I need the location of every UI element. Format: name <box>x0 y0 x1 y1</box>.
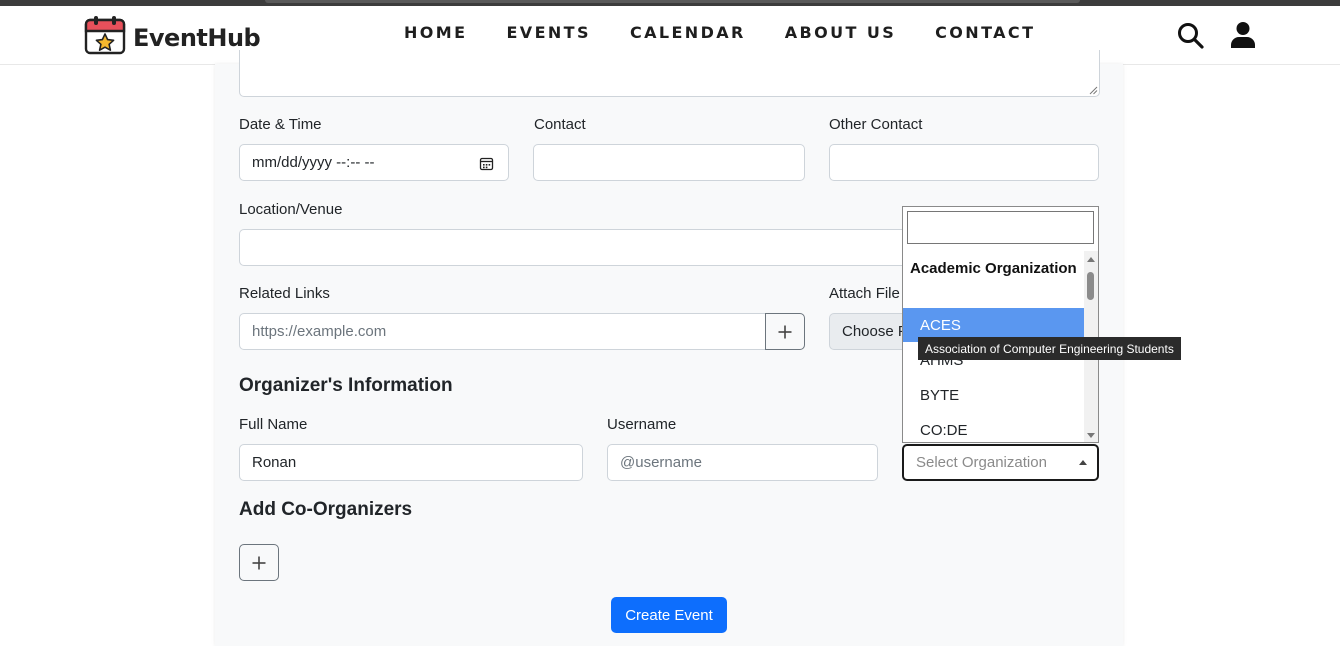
username-input[interactable]: @username <box>607 444 878 481</box>
location-input[interactable] <box>239 229 904 266</box>
create-event-button[interactable]: Create Event <box>611 597 727 633</box>
related-link-placeholder: https://example.com <box>252 323 387 340</box>
scrollbar-thumb[interactable] <box>1087 272 1094 300</box>
contact-input[interactable] <box>533 144 805 181</box>
scroll-up-icon[interactable] <box>1087 257 1095 262</box>
location-label: Location/Venue <box>239 201 343 218</box>
description-textarea[interactable] <box>239 50 1100 97</box>
option-tooltip: Association of Computer Engineering Stud… <box>918 337 1181 360</box>
calendar-star-icon <box>84 15 126 60</box>
brand-name: EventHub <box>133 23 261 52</box>
nav-links: HOME EVENTS CALENDAR ABOUT US CONTACT <box>404 23 1074 42</box>
nav-calendar[interactable]: CALENDAR <box>630 23 746 42</box>
related-link-input[interactable]: https://example.com <box>239 313 767 350</box>
brand-logo[interactable]: EventHub <box>84 15 261 60</box>
organization-placeholder: Select Organization <box>916 454 1047 471</box>
nav-home[interactable]: HOME <box>404 23 467 42</box>
other-contact-input[interactable] <box>829 144 1099 181</box>
contact-label: Contact <box>534 116 586 133</box>
organization-dropdown: Academic Organization ACES AHMS BYTE CO:… <box>902 206 1099 443</box>
username-label: Username <box>607 416 677 433</box>
other-contact-label: Other Contact <box>829 116 923 133</box>
option-group-label: Academic Organization <box>910 260 1077 277</box>
attach-file-label: Attach File <box>829 285 900 302</box>
nav-events[interactable]: EVENTS <box>506 23 590 42</box>
plus-icon <box>778 325 792 338</box>
username-placeholder: @username <box>620 454 702 471</box>
datetime-placeholder: mm/dd/yyyy --:-- -- <box>252 154 375 171</box>
nav-about-us[interactable]: ABOUT US <box>785 23 896 42</box>
scroll-down-icon[interactable] <box>1087 433 1095 438</box>
organization-search-input[interactable] <box>907 211 1094 244</box>
add-link-button[interactable] <box>765 313 805 350</box>
plus-icon <box>252 556 266 569</box>
datetime-input[interactable]: mm/dd/yyyy --:-- -- <box>239 144 509 181</box>
co-organizers-section-title: Add Co-Organizers <box>239 499 413 520</box>
user-icon[interactable] <box>1230 21 1256 54</box>
chevron-up-icon <box>1079 460 1087 465</box>
organizer-section-title: Organizer's Information <box>239 375 453 396</box>
datetime-label: Date & Time <box>239 116 322 133</box>
choose-file-button[interactable]: Choose F <box>829 313 904 350</box>
related-links-label: Related Links <box>239 285 330 302</box>
option-byte[interactable]: BYTE <box>903 378 1084 412</box>
search-icon[interactable] <box>1177 22 1204 54</box>
choose-file-label: Choose F <box>842 323 904 340</box>
option-code[interactable]: CO:DE <box>903 413 1084 442</box>
full-name-label: Full Name <box>239 416 308 433</box>
calendar-picker-icon[interactable] <box>479 156 494 171</box>
nav-contact[interactable]: CONTACT <box>935 23 1035 42</box>
resize-grip-icon <box>1089 86 1098 95</box>
browser-tab-edge <box>265 0 1080 3</box>
organization-select[interactable]: Select Organization <box>902 444 1099 481</box>
add-co-organizer-button[interactable] <box>239 544 279 581</box>
full-name-input[interactable]: Ronan <box>239 444 583 481</box>
